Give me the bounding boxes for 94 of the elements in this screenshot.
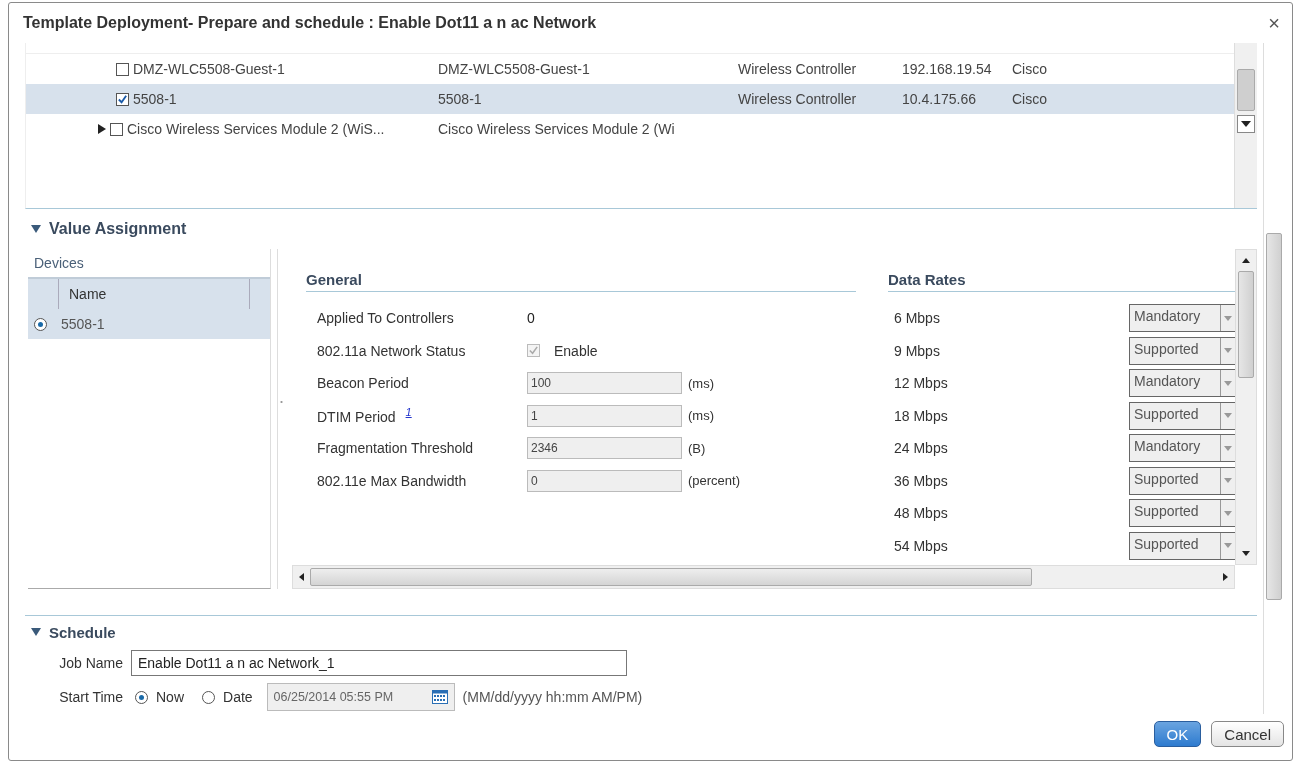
caret-icon[interactable] (1224, 478, 1232, 484)
checkbox[interactable] (110, 122, 123, 136)
radio-button[interactable] (135, 690, 148, 704)
dropdown[interactable]: Supported (1129, 499, 1235, 528)
caret-icon[interactable] (1224, 380, 1232, 386)
device-row[interactable]: DMZ-WLC5508-Guest-1 DMZ-WLC5508-Guest-1 Wireless Controller 192.168.19.54 Cisco (26, 54, 1234, 84)
field-label: 802.11e Max Bandwidth (317, 472, 468, 489)
down-arrow-icon[interactable] (1241, 121, 1251, 127)
footnote-link[interactable]: 1 (405, 406, 412, 419)
checkbox[interactable] (116, 92, 129, 106)
radio-button[interactable] (202, 690, 215, 704)
unit-label: (ms) (688, 408, 714, 424)
field-label: Fragmentation Threshold (317, 440, 475, 457)
section-header[interactable]: Schedule (25, 616, 1257, 648)
collapse-arrow-icon (31, 628, 41, 636)
close-button[interactable]: × (1264, 11, 1284, 35)
table-cell-text: Wireless Controller (738, 91, 858, 107)
rate-label: 36 Mbps (894, 472, 948, 489)
column-header[interactable]: Name (28, 277, 270, 309)
scrollbar-thumb[interactable] (1238, 271, 1254, 378)
cancel-button[interactable]: Cancel (1211, 721, 1284, 747)
up-arrow-icon[interactable] (1242, 258, 1250, 263)
window-title: Template Deployment- Prepare and schedule : Enable Dot11 a n ac Network (23, 14, 597, 32)
table-cell-text: Cisco (1012, 91, 1048, 107)
device-row[interactable]: 5508-1 (28, 309, 270, 339)
caret-icon[interactable] (1224, 315, 1232, 321)
unit-label: (ms) (688, 375, 714, 391)
device-row[interactable]: Cisco Wireless Services Module 2 (WiS... Cisco Wireless Services Module 2 (Wi (26, 114, 1234, 144)
caret-icon[interactable] (1224, 348, 1232, 354)
caret-icon[interactable] (1224, 413, 1232, 419)
table-cell-text: 10.4.175.66 (902, 91, 977, 107)
caret-icon[interactable] (1224, 445, 1232, 451)
radio-button[interactable] (34, 317, 47, 331)
date-field[interactable]: 06/25/2014 05:55 PM (266, 683, 455, 711)
format-hint: (MM/dd/yyyy hh:mm AM/PM) (462, 689, 643, 705)
rate-label: 18 Mbps (894, 407, 948, 424)
dropdown[interactable]: Mandatory (1129, 304, 1235, 333)
scrollbar-thumb[interactable] (310, 568, 1032, 586)
field-label: 802.11a Network Status (317, 342, 467, 359)
device-name: 5508-1 (61, 316, 105, 332)
field-label: Job Name (58, 655, 123, 671)
device-name: Cisco Wireless Services Module 2 (WiS... (127, 121, 385, 137)
device-row[interactable]: 5508-1 5508-1 Wireless Controller 10.4.175.66 Cisco (26, 84, 1234, 114)
left-arrow-icon[interactable] (299, 573, 304, 581)
device-name: 5508-1 (133, 91, 177, 107)
rate-label: 9 Mbps (894, 342, 940, 359)
dropdown[interactable]: Supported (1129, 401, 1235, 430)
scrollbar[interactable] (292, 565, 1235, 589)
radio-label: Date (223, 689, 253, 705)
checkbox[interactable] (116, 62, 129, 76)
caret-icon[interactable] (1224, 510, 1232, 516)
calendar-icon[interactable] (431, 690, 448, 704)
down-arrow-icon[interactable] (1242, 551, 1250, 556)
group-title: General (306, 271, 856, 292)
scrollbar[interactable] (1235, 249, 1257, 565)
field-label: Applied To Controllers (317, 310, 455, 327)
rate-label: 6 Mbps (894, 310, 940, 327)
panel-title: Devices (33, 254, 85, 273)
expand-arrow-icon[interactable] (98, 124, 106, 134)
collapse-arrow-icon (31, 225, 41, 233)
scrollbar-thumb[interactable] (1237, 69, 1255, 111)
rate-label: 48 Mbps (894, 505, 948, 522)
rate-label: 54 Mbps (894, 537, 948, 554)
group-title: Data Rates (888, 271, 1235, 292)
section-title: Schedule (49, 623, 116, 641)
radio-label: Now (156, 689, 184, 705)
table-cell-text: 192.168.19.54 (902, 61, 993, 77)
section-title: Value Assignment (49, 220, 187, 238)
table-cell-text: 5508-1 (438, 91, 483, 107)
input-field[interactable]: Enable Dot11 a n ac Network_1 (131, 650, 627, 676)
rate-label: 12 Mbps (894, 375, 948, 392)
scrollbar-thumb[interactable] (1266, 233, 1282, 600)
field-label: Beacon Period (317, 375, 410, 392)
field-label: DTIM Period $^{1}$ (317, 406, 413, 426)
right-arrow-icon[interactable] (1223, 573, 1228, 581)
device-name: DMZ-WLC5508-Guest-1 (133, 61, 285, 77)
rate-label: 24 Mbps (894, 440, 948, 457)
checkbox-label: Enable (554, 342, 598, 359)
caret-icon[interactable] (1224, 543, 1232, 549)
table-cell-text: Cisco Wireless Services Module 2 (Wi (438, 121, 676, 137)
dropdown[interactable]: Mandatory (1129, 434, 1235, 463)
unit-label: (B) (688, 440, 706, 456)
field-value: 0 (527, 310, 535, 327)
table-cell-text: DMZ-WLC5508-Guest-1 (438, 61, 591, 77)
field-label: Start Time (58, 689, 123, 705)
unit-label: (percent) (688, 473, 741, 489)
table-cell-text: Wireless Controller (738, 61, 858, 77)
dropdown[interactable]: Supported (1129, 336, 1235, 365)
dropdown[interactable]: Mandatory (1129, 369, 1235, 398)
dropdown[interactable]: Supported (1129, 466, 1235, 495)
section-header[interactable]: Value Assignment (25, 209, 1257, 249)
scrollbar[interactable] (1234, 43, 1257, 208)
dropdown[interactable]: Supported (1129, 531, 1235, 560)
table-cell-text: Cisco (1012, 61, 1048, 77)
